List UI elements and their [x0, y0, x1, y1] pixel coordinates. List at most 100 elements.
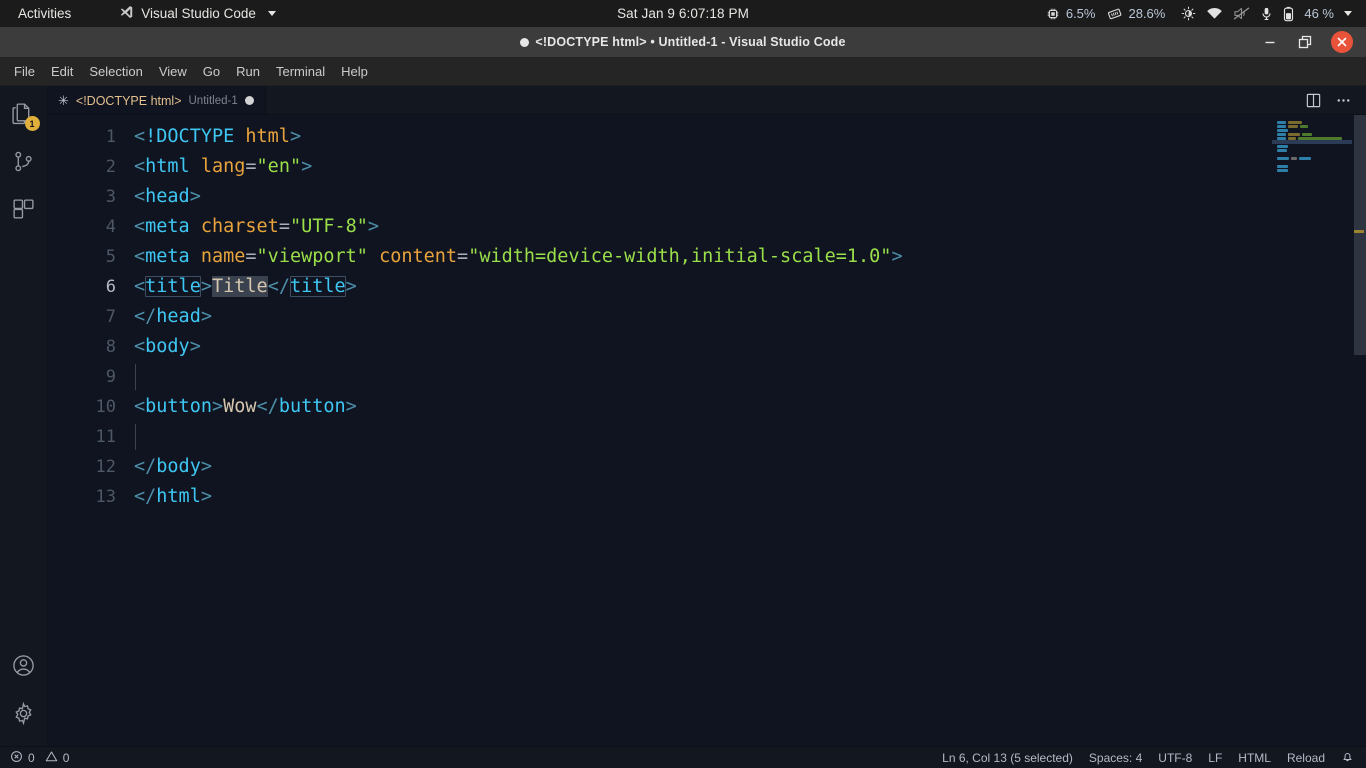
vscode-window: <!DOCTYPE html> • Untitled-1 - Visual St… — [0, 27, 1366, 768]
code-lines[interactable]: <!DOCTYPE html> <html lang="en"> <head> … — [130, 115, 1272, 746]
minimap[interactable] — [1272, 115, 1352, 746]
code-line-9[interactable] — [130, 362, 1272, 392]
window-title-text: <!DOCTYPE html> • Untitled-1 - Visual St… — [535, 35, 846, 49]
microphone-icon — [1260, 6, 1273, 21]
code-line-12[interactable]: </body> — [130, 452, 1272, 482]
workbench: 1 ✳ <!DOCTYPE html> Untitled-1 1 2 3 4 5… — [0, 86, 1366, 746]
code-line-13[interactable]: </html> — [130, 482, 1272, 512]
maximize-button[interactable] — [1296, 33, 1314, 51]
line-number: 11 — [95, 427, 116, 447]
app-menu-label: Visual Studio Code — [141, 6, 256, 21]
ram-label: 28.6% — [1128, 6, 1166, 21]
source-control-icon — [11, 149, 36, 179]
code-line-10[interactable]: <button>Wow</button> — [130, 392, 1272, 422]
status-problems[interactable]: 0 0 — [0, 747, 77, 768]
code-line-7[interactable]: </head> — [130, 302, 1272, 332]
line-number-gutter: 1 2 3 4 5 6 7 8 9 10 11 12 13 — [48, 115, 130, 746]
tab-untitled-1[interactable]: ✳ <!DOCTYPE html> Untitled-1 — [48, 86, 266, 114]
activity-bar: 1 — [0, 86, 48, 746]
status-bar: 0 0 Ln 6, Col 13 (5 selected) Spaces: 4 … — [0, 746, 1366, 768]
line-number: 9 — [105, 367, 116, 387]
line-number: 3 — [105, 187, 116, 207]
editor-scrollbar[interactable] — [1352, 115, 1366, 746]
warning-icon — [45, 750, 58, 766]
more-actions-icon[interactable] — [1330, 87, 1356, 113]
code-line-5[interactable]: <meta name="viewport" content="width=dev… — [130, 242, 1272, 272]
line-number: 4 — [105, 217, 116, 237]
system-menu[interactable]: 46 % — [1171, 4, 1358, 24]
battery-icon — [1283, 6, 1294, 22]
cpu-icon — [1046, 7, 1060, 21]
explorer-badge: 1 — [24, 116, 40, 131]
indent-guide — [135, 364, 136, 390]
status-eol[interactable]: LF — [1200, 747, 1230, 768]
indent-guide — [135, 424, 136, 450]
code-line-1[interactable]: <!DOCTYPE html> — [130, 122, 1272, 152]
close-button[interactable] — [1331, 31, 1353, 53]
cpu-indicator[interactable]: 6.5% — [1040, 4, 1102, 23]
activity-bar-bottom — [0, 644, 48, 746]
status-reload[interactable]: Reload — [1279, 747, 1333, 768]
line-number: 7 — [105, 307, 116, 327]
selected-text[interactable]: Title — [211, 276, 268, 297]
code-editor[interactable]: 1 2 3 4 5 6 7 8 9 10 11 12 13 <!DOCTYPE — [48, 115, 1366, 746]
code-line-2[interactable]: <html lang="en"> — [130, 152, 1272, 182]
extensions-icon — [11, 197, 36, 227]
sidebar-item-accounts[interactable] — [0, 644, 48, 692]
gnome-left-cluster: Activities Visual Studio Code — [0, 2, 286, 26]
status-encoding[interactable]: UTF-8 — [1150, 747, 1200, 768]
menubar: File Edit Selection View Go Run Terminal… — [0, 57, 1366, 86]
status-notifications[interactable] — [1333, 747, 1362, 768]
menu-selection[interactable]: Selection — [81, 60, 150, 83]
menu-run[interactable]: Run — [228, 60, 268, 83]
tab-dirty-icon[interactable] — [244, 96, 254, 105]
status-indentation[interactable]: Spaces: 4 — [1081, 747, 1150, 768]
menu-help[interactable]: Help — [333, 60, 376, 83]
battery-label: 46 % — [1304, 6, 1334, 21]
error-icon — [10, 750, 23, 766]
scrollbar-thumb[interactable] — [1354, 115, 1366, 355]
volume-muted-icon — [1233, 6, 1250, 21]
status-language-mode[interactable]: HTML — [1230, 747, 1279, 768]
code-line-3[interactable]: <head> — [130, 182, 1272, 212]
code-line-8[interactable]: <body> — [130, 332, 1272, 362]
ram-icon — [1107, 6, 1122, 21]
status-bar-right: Ln 6, Col 13 (5 selected) Spaces: 4 UTF-… — [934, 747, 1366, 768]
code-line-11[interactable] — [130, 422, 1272, 452]
code-line-4[interactable]: <meta charset="UTF-8"> — [130, 212, 1272, 242]
menu-view[interactable]: View — [151, 60, 195, 83]
window-title: <!DOCTYPE html> • Untitled-1 - Visual St… — [0, 35, 1366, 49]
sidebar-item-explorer[interactable]: 1 — [0, 92, 48, 140]
line-number: 13 — [95, 487, 116, 507]
menu-file[interactable]: File — [6, 60, 43, 83]
line-number: 12 — [95, 457, 116, 477]
warning-count: 0 — [62, 750, 70, 765]
ram-indicator[interactable]: 28.6% — [1101, 4, 1171, 23]
system-menu-chevron-icon — [1344, 11, 1352, 16]
error-count: 0 — [28, 750, 35, 765]
sidebar-item-manage[interactable] — [0, 692, 48, 740]
menu-go[interactable]: Go — [195, 60, 228, 83]
line-number: 10 — [95, 397, 116, 417]
sidebar-item-source-control[interactable] — [0, 140, 48, 188]
split-editor-icon[interactable] — [1300, 87, 1326, 113]
minimap-line — [1272, 168, 1352, 172]
line-number: 2 — [105, 157, 116, 177]
account-icon — [11, 653, 36, 683]
activities-button[interactable]: Activities — [8, 3, 81, 24]
line-number-active: 6 — [105, 277, 116, 297]
chevron-down-icon — [267, 11, 276, 16]
line-number: 5 — [105, 247, 116, 267]
menu-edit[interactable]: Edit — [43, 60, 81, 83]
window-controls — [1261, 31, 1366, 53]
overview-marker — [1354, 230, 1364, 233]
sidebar-item-extensions[interactable] — [0, 188, 48, 236]
unsaved-indicator-icon — [520, 37, 530, 47]
vscode-icon — [119, 5, 134, 23]
app-menu-button[interactable]: Visual Studio Code — [109, 2, 286, 26]
tab-description: Untitled-1 — [188, 94, 238, 107]
code-line-6[interactable]: <title>Title</title> — [130, 272, 1272, 302]
minimize-button[interactable] — [1261, 33, 1279, 51]
status-cursor-position[interactable]: Ln 6, Col 13 (5 selected) — [934, 747, 1081, 768]
menu-terminal[interactable]: Terminal — [268, 60, 333, 83]
